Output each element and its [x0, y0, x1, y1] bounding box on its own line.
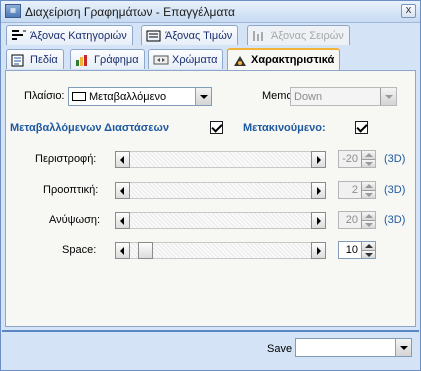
elevation-value: 20	[345, 214, 358, 226]
rotation-label: Περιστροφή:	[35, 153, 97, 165]
spin-up-icon[interactable]	[362, 182, 375, 191]
save-select[interactable]	[295, 338, 412, 357]
tab-colors[interactable]: Χρώματα	[148, 49, 224, 69]
tab-label: Χρώματα	[172, 53, 218, 66]
scroll-left-button[interactable]	[115, 242, 130, 259]
scroll-right-button[interactable]	[311, 151, 326, 168]
elevation-label: Ανύψωση:	[49, 214, 101, 226]
scroll-right-button[interactable]	[311, 182, 326, 199]
spin-down-icon[interactable]	[362, 220, 375, 228]
frame-value: Μεταβαλλόμενο	[89, 90, 167, 103]
app-icon: ▦	[5, 4, 21, 18]
perspective-spinner[interactable]: 2	[338, 181, 376, 199]
tab-fields[interactable]: Πεδία	[6, 49, 64, 69]
spin-down-icon[interactable]	[362, 190, 375, 198]
perspective-slider[interactable]	[115, 182, 326, 199]
elevation-3d-tag: (3D)	[384, 214, 406, 226]
window-title: Διαχείριση Γραφημάτων - Επαγγέλματα	[25, 5, 235, 19]
frame-select[interactable]: Μεταβαλλόμενο	[68, 87, 212, 106]
memo-value: Down	[294, 90, 323, 103]
characteristics-panel: Πλαίσιο: Μεταβαλλόμενο Memo Down Μεταβαλ…	[5, 70, 416, 327]
scroll-left-button[interactable]	[115, 212, 130, 229]
space-spinner[interactable]: 10	[338, 241, 376, 259]
tab-category-axis[interactable]: Άξονας Κατηγοριών	[6, 25, 133, 45]
elevation-spinner[interactable]: 20	[338, 211, 376, 229]
title-bar[interactable]: ▦ Διαχείριση Γραφημάτων - Επαγγέλματα x	[1, 1, 420, 23]
chevron-down-icon[interactable]	[380, 88, 396, 105]
spin-up-icon[interactable]	[362, 242, 375, 251]
elevation-slider[interactable]	[115, 212, 326, 229]
value-axis-icon	[146, 30, 161, 42]
series-axis-icon	[252, 30, 266, 42]
scroll-right-button[interactable]	[311, 212, 326, 229]
memo-select[interactable]: Down	[290, 87, 397, 106]
variable-dimensions-label: Μεταβαλλόμενων Διαστάσεων	[10, 122, 169, 134]
tab-label: Άξονας Σειρών	[271, 29, 344, 42]
tab-label: Πεδία	[30, 53, 58, 66]
perspective-value: 2	[351, 184, 358, 196]
chevron-down-icon[interactable]	[195, 88, 211, 105]
variable-dimensions-checkbox[interactable]	[210, 121, 223, 134]
perspective-3d-tag: (3D)	[384, 184, 406, 196]
chart-manager-window: ▦ Διαχείριση Γραφημάτων - Επαγγέλματα x …	[0, 0, 421, 371]
tab-label: Άξονας Τιμών	[165, 29, 233, 42]
slider-thumb[interactable]	[138, 242, 153, 259]
frame-label: Πλαίσιο:	[24, 90, 65, 102]
save-label: Save	[267, 343, 293, 355]
close-button[interactable]: x	[401, 4, 416, 18]
tab-series-axis[interactable]: Άξονας Σειρών	[247, 25, 350, 45]
tab-label: Γράφημα	[94, 53, 139, 66]
tab-label: Άξονας Κατηγοριών	[30, 29, 127, 42]
scroll-right-button[interactable]	[311, 242, 326, 259]
movable-checkbox[interactable]	[355, 121, 368, 134]
rotation-3d-tag: (3D)	[384, 153, 406, 165]
tab-characteristics[interactable]: Χαρακτηριστικά	[227, 48, 341, 70]
spin-down-icon[interactable]	[362, 159, 375, 167]
frame-shape-icon	[72, 92, 86, 101]
chart-icon	[75, 54, 89, 66]
scroll-left-button[interactable]	[115, 182, 130, 199]
fields-icon	[11, 54, 25, 66]
spin-up-icon[interactable]	[362, 212, 375, 221]
spin-down-icon[interactable]	[362, 250, 375, 258]
space-slider[interactable]	[115, 242, 326, 259]
rotation-spinner[interactable]: -20	[338, 150, 376, 168]
space-label: Space:	[62, 244, 97, 256]
memo-label: Memo	[262, 90, 293, 102]
footer-divider	[2, 330, 419, 332]
spin-up-icon[interactable]	[362, 151, 375, 160]
movable-label: Μετακινούμενο:	[243, 122, 326, 134]
tab-value-axis[interactable]: Άξονας Τιμών	[141, 25, 239, 45]
rotation-value: -20	[342, 153, 358, 165]
perspective-label: Προοπτική:	[43, 184, 99, 196]
rotation-slider[interactable]	[115, 151, 326, 168]
tab-label: Χαρακτηριστικά	[251, 54, 335, 66]
tab-chart[interactable]: Γράφημα	[70, 49, 145, 69]
space-value: 10	[345, 244, 358, 256]
scroll-left-button[interactable]	[115, 151, 130, 168]
category-axis-icon	[11, 29, 26, 42]
characteristics-icon	[232, 54, 246, 66]
chevron-down-icon[interactable]	[395, 339, 411, 356]
colors-icon	[153, 54, 169, 66]
